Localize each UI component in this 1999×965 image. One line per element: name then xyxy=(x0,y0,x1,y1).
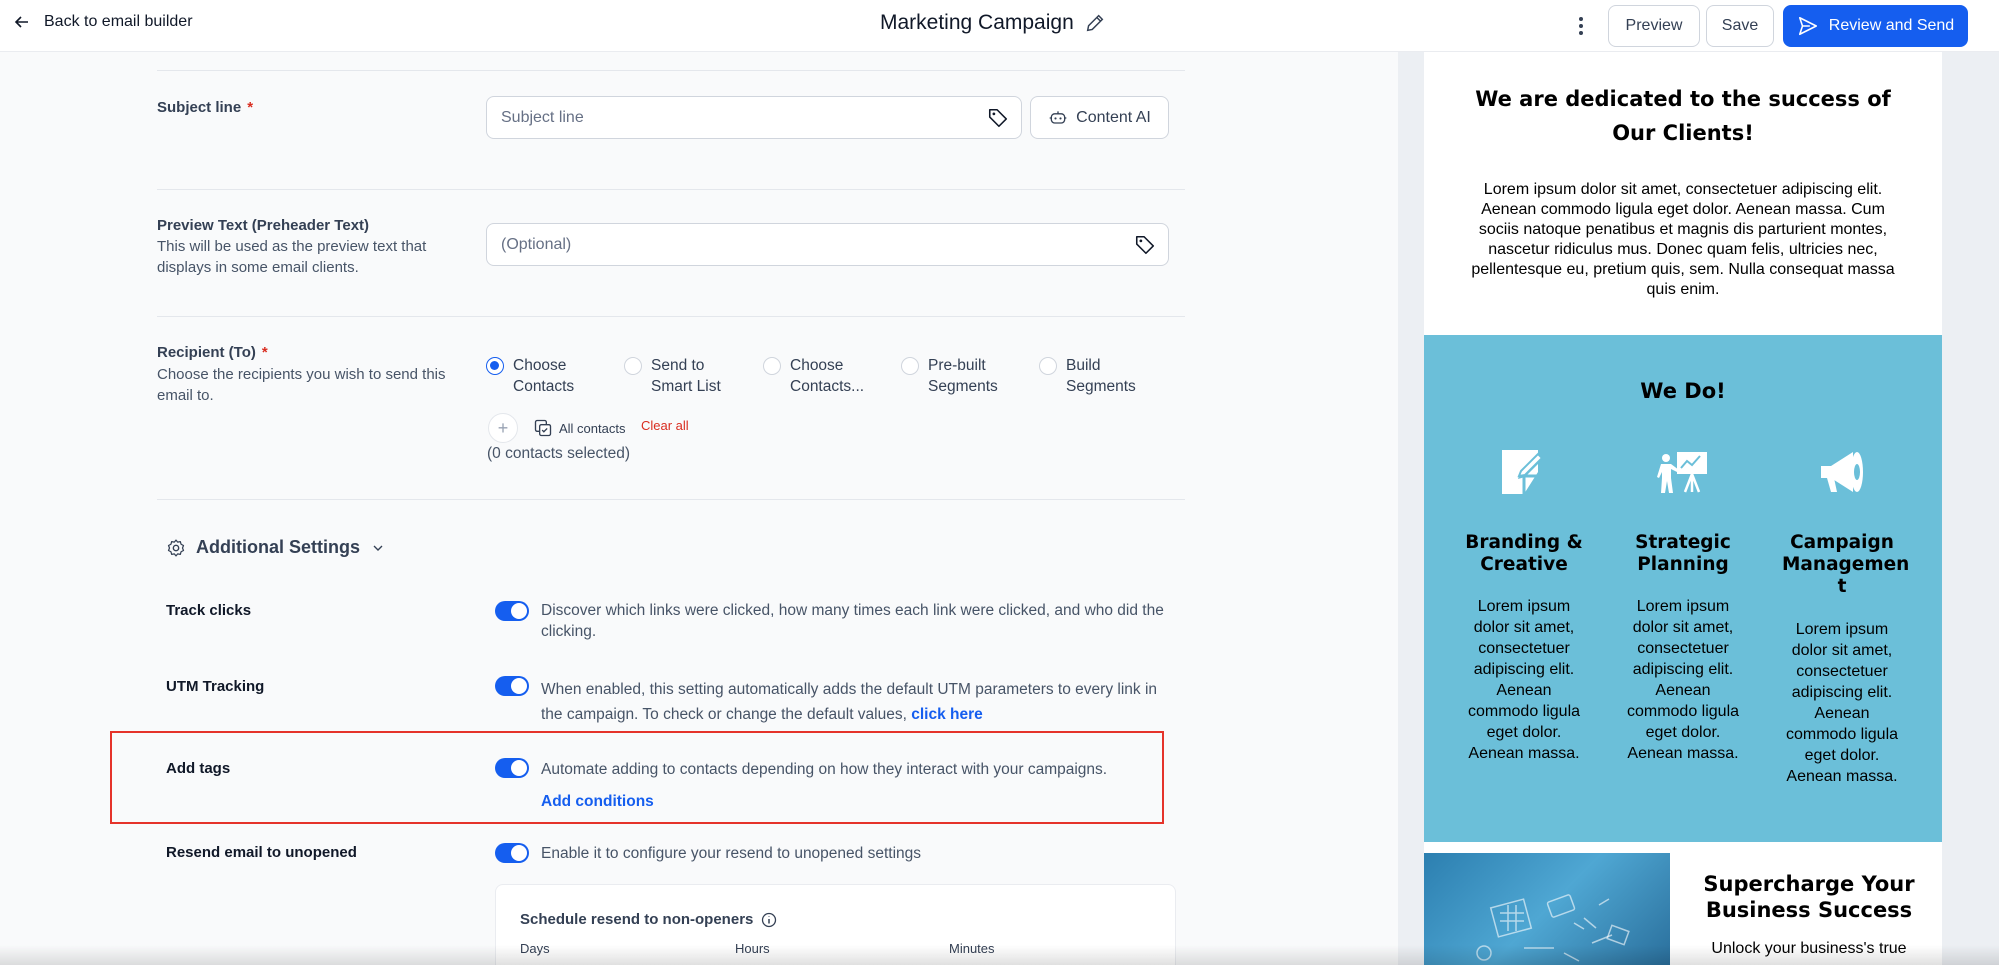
preview-heading: We are dedicated to the success of Our C… xyxy=(1475,87,1891,145)
add-tags-label: Add tags xyxy=(166,760,231,777)
add-tags-toggle[interactable] xyxy=(495,758,529,778)
preview-text-input[interactable]: (Optional) xyxy=(486,223,1169,266)
service-title: Strategic Planning xyxy=(1635,532,1731,575)
radio-dot[interactable] xyxy=(763,357,781,375)
divider xyxy=(157,189,1185,190)
divider xyxy=(157,70,1185,71)
service-text: Lorem ipsum dolor sit amet, consectetuer… xyxy=(1626,598,1740,762)
content-ai-button[interactable]: Content AI xyxy=(1030,96,1169,139)
top-bar: Back to email builder Marketing Campaign… xyxy=(0,0,1999,52)
service-text: Lorem ipsum dolor sit amet, consectetuer… xyxy=(1785,621,1899,785)
save-button[interactable]: Save xyxy=(1706,5,1774,47)
info-icon[interactable] xyxy=(761,912,777,928)
unlock-text: Unlock your business's true xyxy=(1711,940,1907,957)
campaign-title: Marketing Campaign xyxy=(880,11,1106,35)
arrow-left-icon xyxy=(14,16,28,28)
all-contacts-chip[interactable]: All contacts xyxy=(533,418,625,438)
all-contacts-label: All contacts xyxy=(559,420,626,436)
presentation-icon xyxy=(1657,452,1707,493)
more-options-icon[interactable] xyxy=(1571,12,1591,40)
radio-build-segments[interactable]: Build Segments xyxy=(1039,355,1136,397)
radio-dot[interactable] xyxy=(901,357,919,375)
resend-label: Resend email to unopened xyxy=(166,844,357,861)
days-label: Days xyxy=(520,941,550,956)
service-text: Lorem ipsum dolor sit amet, consectetuer… xyxy=(1467,598,1581,762)
additional-settings-toggle[interactable]: Additional Settings xyxy=(166,537,386,558)
email-preview: We are dedicated to the success of Our C… xyxy=(1424,52,1942,965)
tag-icon[interactable] xyxy=(1134,234,1156,256)
minutes-label: Minutes xyxy=(949,941,995,956)
add-contacts-button[interactable]: + xyxy=(488,413,518,443)
add-tags-description: Automate adding to contacts depending on… xyxy=(541,761,1108,778)
recipient-label: Recipient (To) * xyxy=(157,344,268,361)
gear-icon xyxy=(167,538,185,557)
radio-send-to-smart-list[interactable]: Send to Smart List xyxy=(624,355,721,397)
click-here-link[interactable]: click here xyxy=(911,706,983,723)
recipient-description: Choose the recipients you wish to send t… xyxy=(157,366,446,404)
service-title: Campaign Managemen t xyxy=(1782,532,1910,597)
content-ai-label: Content AI xyxy=(1076,108,1151,126)
checklist-icon xyxy=(534,419,552,437)
subject-input[interactable]: Subject line xyxy=(486,96,1022,139)
utm-tracking-label: UTM Tracking xyxy=(166,678,265,695)
radio-choose-contacts[interactable]: Choose Contacts xyxy=(486,355,574,397)
service-title: Branding & Creative xyxy=(1465,532,1583,575)
back-to-builder-link[interactable]: Back to email builder xyxy=(14,13,193,31)
resend-description: Enable it to configure your resend to un… xyxy=(541,845,922,862)
schedule-resend-title: Schedule resend to non-openers xyxy=(520,911,777,928)
radio-dot[interactable] xyxy=(1039,357,1057,375)
radio-dot[interactable] xyxy=(486,357,504,375)
preview-button[interactable]: Preview xyxy=(1608,5,1700,47)
preview-text-placeholder: (Optional) xyxy=(501,235,572,253)
robot-icon xyxy=(1049,110,1067,124)
radio-pre-built-segments[interactable]: Pre-built Segments xyxy=(901,355,998,397)
edit-page-icon xyxy=(1502,450,1544,494)
business-illustration-image xyxy=(1424,853,1670,965)
divider xyxy=(157,499,1185,500)
subject-label: Subject line * xyxy=(157,99,254,116)
preview-text-description: This will be used as the preview text th… xyxy=(157,238,427,276)
radio-dot[interactable] xyxy=(624,357,642,375)
contacts-selected-count: (0 contacts selected) xyxy=(487,445,631,462)
we-do-heading: We Do! xyxy=(1640,379,1726,403)
chevron-down-icon xyxy=(373,545,383,551)
review-and-send-button[interactable]: Review and Send xyxy=(1783,5,1968,47)
divider xyxy=(157,316,1185,317)
supercharge-heading: Supercharge Your Business Success xyxy=(1703,872,1915,922)
campaign-title-text: Marketing Campaign xyxy=(880,11,1074,34)
pencil-icon[interactable] xyxy=(1084,12,1106,34)
preview-text-label: Preview Text (Preheader Text) xyxy=(157,217,370,234)
tag-icon[interactable] xyxy=(987,107,1009,129)
megaphone-icon xyxy=(1821,452,1863,492)
track-clicks-toggle[interactable] xyxy=(495,601,529,621)
back-label: Back to email builder xyxy=(44,13,193,30)
utm-tracking-toggle[interactable] xyxy=(495,676,529,696)
send-icon xyxy=(1798,16,1817,36)
add-conditions-link[interactable]: Add conditions xyxy=(541,791,654,812)
radio-choose-contacts-2[interactable]: Choose Contacts... xyxy=(763,355,864,397)
resend-toggle[interactable] xyxy=(495,843,529,863)
utm-tracking-description: When enabled, this setting automatically… xyxy=(541,681,1158,723)
additional-settings-title: Additional Settings xyxy=(196,537,360,557)
track-clicks-description: Discover which links were clicked, how m… xyxy=(541,602,1164,640)
preview-body-text: Lorem ipsum dolor sit amet, consectetuer… xyxy=(1471,181,1895,298)
track-clicks-label: Track clicks xyxy=(166,602,252,619)
hours-label: Hours xyxy=(735,941,770,956)
clear-all-link[interactable]: Clear all xyxy=(641,418,689,433)
subject-placeholder: Subject line xyxy=(501,108,584,126)
review-and-send-label: Review and Send xyxy=(1828,17,1955,34)
